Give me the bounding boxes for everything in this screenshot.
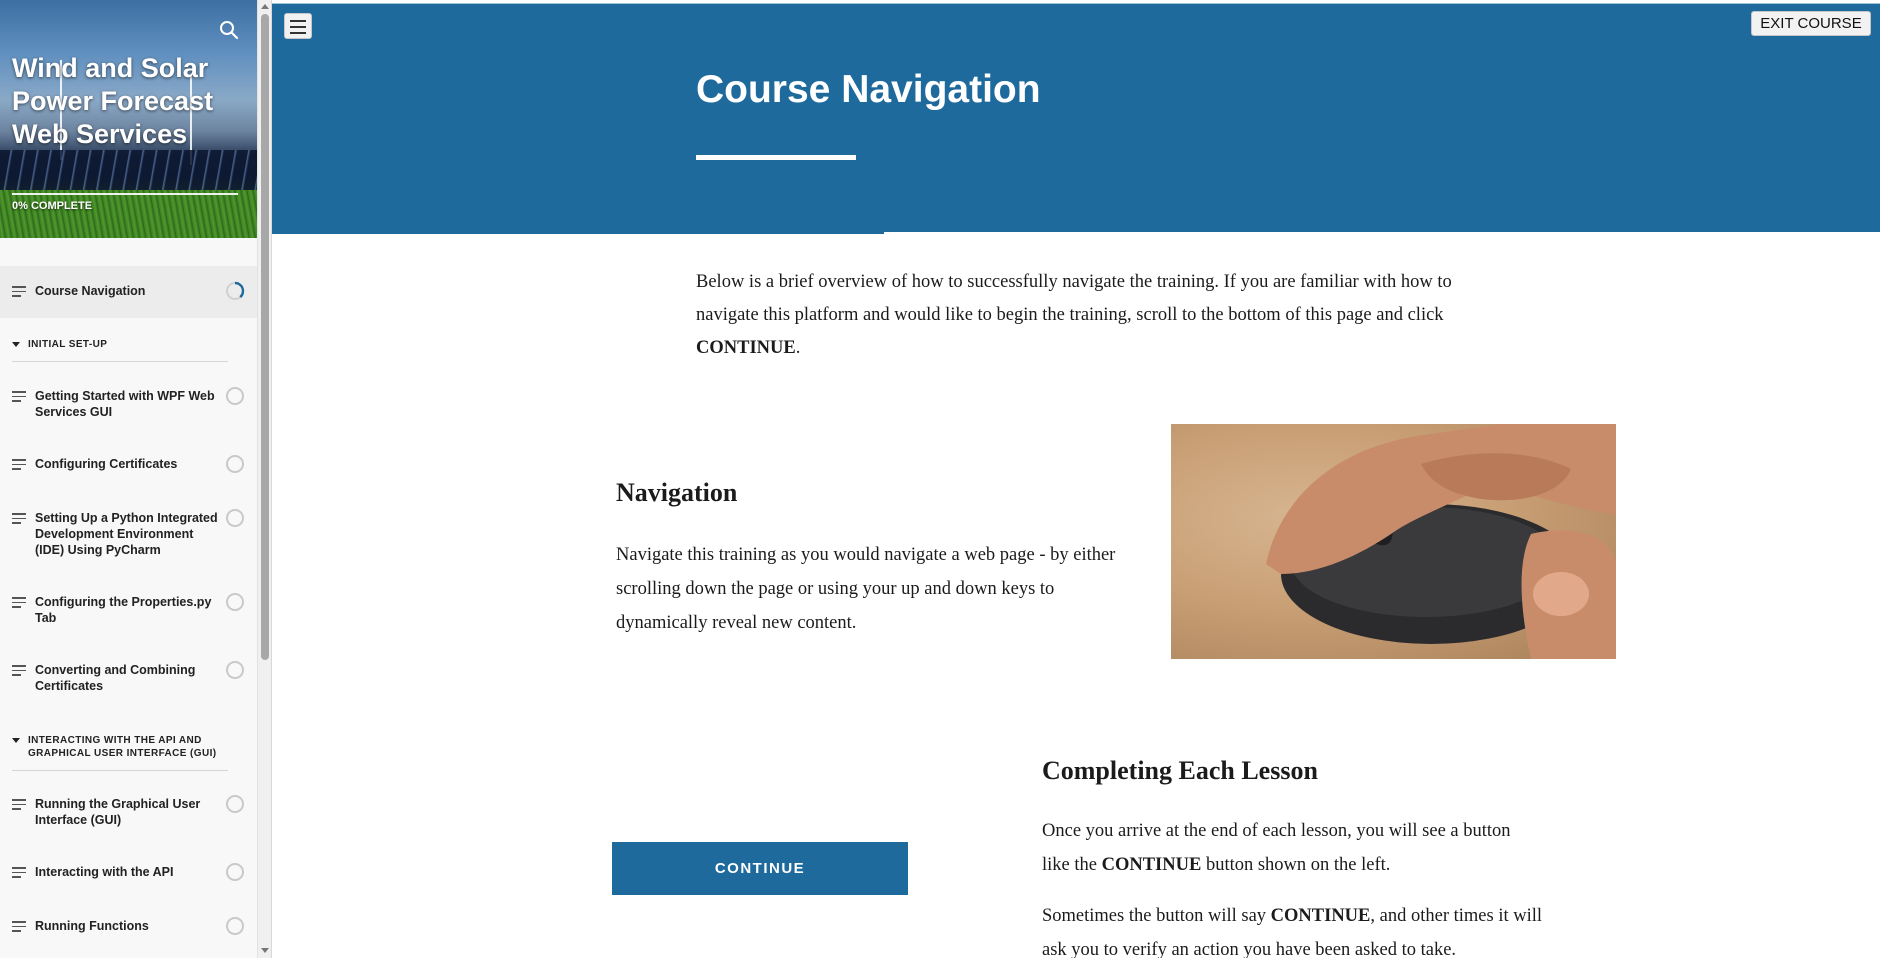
sidebar-item-label: Configuring the Properties.py Tab xyxy=(35,595,212,625)
lesson-list-icon xyxy=(12,597,26,611)
sidebar-item-running-gui[interactable]: Running the Graphical User Interface (GU… xyxy=(0,795,257,828)
sidebar-item-getting-started[interactable]: Getting Started with WPF Web Services GU… xyxy=(0,387,257,420)
navigation-heading: Navigation xyxy=(616,478,738,507)
scroll-up-arrow-icon[interactable] xyxy=(261,4,269,9)
scroll-down-arrow-icon[interactable] xyxy=(261,948,269,953)
lesson-progress-bar xyxy=(272,232,884,234)
lesson-list-icon xyxy=(12,513,26,527)
sidebar: Wind and Solar Power Forecast Web Servic… xyxy=(0,0,272,958)
menu-toggle-button[interactable] xyxy=(284,13,312,39)
not-started-icon xyxy=(226,509,244,527)
sidebar-scrollbar[interactable] xyxy=(257,0,271,958)
course-title: Wind and Solar Power Forecast Web Servic… xyxy=(12,53,214,149)
lesson-list-icon xyxy=(12,286,26,300)
sidebar-item-label: Setting Up a Python Integrated Developme… xyxy=(35,511,218,557)
course-progress-label: 0% COMPLETE xyxy=(12,200,93,212)
caret-down-icon xyxy=(12,342,20,347)
lesson-list-icon xyxy=(12,391,26,405)
caret-down-icon xyxy=(12,738,20,743)
lesson-list-icon xyxy=(12,665,26,679)
not-started-icon xyxy=(226,863,244,881)
title-divider xyxy=(696,155,856,160)
lesson-header xyxy=(272,3,1880,232)
completing-text-1: Once you arrive at the end of each lesso… xyxy=(1042,821,1511,875)
search-icon[interactable] xyxy=(216,17,242,43)
lesson-list-icon xyxy=(12,921,26,935)
sidebar-item-label: Running Functions xyxy=(35,919,149,933)
lesson-menu: Course Navigation INITIAL SET-UP Getting… xyxy=(0,266,257,936)
lesson-list-icon xyxy=(12,867,26,881)
sidebar-item-converting-certificates[interactable]: Converting and Combining Certificates xyxy=(0,661,257,694)
sidebar-item-label: Configuring Certificates xyxy=(35,457,178,471)
not-started-icon xyxy=(226,387,244,405)
continue-button[interactable]: CONTINUE xyxy=(612,842,908,895)
not-started-icon xyxy=(226,455,244,473)
course-cover-image: Wind and Solar Power Forecast Web Servic… xyxy=(0,0,257,238)
not-started-icon xyxy=(226,593,244,611)
not-started-icon xyxy=(226,917,244,935)
not-started-icon xyxy=(226,795,244,813)
lesson-title: Course Navigation xyxy=(696,68,1041,111)
sidebar-item-running-functions[interactable]: Running Functions xyxy=(0,917,257,936)
in-progress-icon xyxy=(226,281,245,300)
exit-course-button[interactable]: EXIT COURSE xyxy=(1751,11,1871,36)
completing-text-2: Sometimes the button will say CONTINUE, … xyxy=(1042,906,1543,958)
sidebar-item-course-navigation[interactable]: Course Navigation xyxy=(0,266,257,318)
sidebar-item-configuring-certificates[interactable]: Configuring Certificates xyxy=(0,455,257,474)
sidebar-item-properties-tab[interactable]: Configuring the Properties.py Tab xyxy=(0,593,257,626)
sidebar-item-label: Running the Graphical User Interface (GU… xyxy=(35,797,201,827)
sidebar-scroll-thumb[interactable] xyxy=(261,14,269,660)
course-progress-bar xyxy=(12,193,238,195)
sidebar-item-label: Interacting with the API xyxy=(35,865,174,879)
intro-paragraph: Below is a brief overview of how to succ… xyxy=(696,272,1452,358)
sidebar-item-label: Course Navigation xyxy=(35,284,146,298)
section-api-gui[interactable]: INTERACTING WITH THE API AND GRAPHICAL U… xyxy=(0,734,257,771)
section-initial-setup[interactable]: INITIAL SET-UP xyxy=(0,338,257,362)
sidebar-item-label: Converting and Combining Certificates xyxy=(35,663,196,693)
sidebar-item-interacting-api[interactable]: Interacting with the API xyxy=(0,863,257,882)
sidebar-item-label: Getting Started with WPF Web Services GU… xyxy=(35,389,215,419)
lesson-list-icon xyxy=(12,799,26,813)
sidebar-item-python-ide[interactable]: Setting Up a Python Integrated Developme… xyxy=(0,509,257,558)
hand-on-mouse-image xyxy=(1171,424,1616,659)
navigation-text: Navigate this training as you would navi… xyxy=(616,545,1116,633)
not-started-icon xyxy=(226,661,244,679)
completing-heading: Completing Each Lesson xyxy=(1042,756,1318,785)
lesson-list-icon xyxy=(12,459,26,473)
